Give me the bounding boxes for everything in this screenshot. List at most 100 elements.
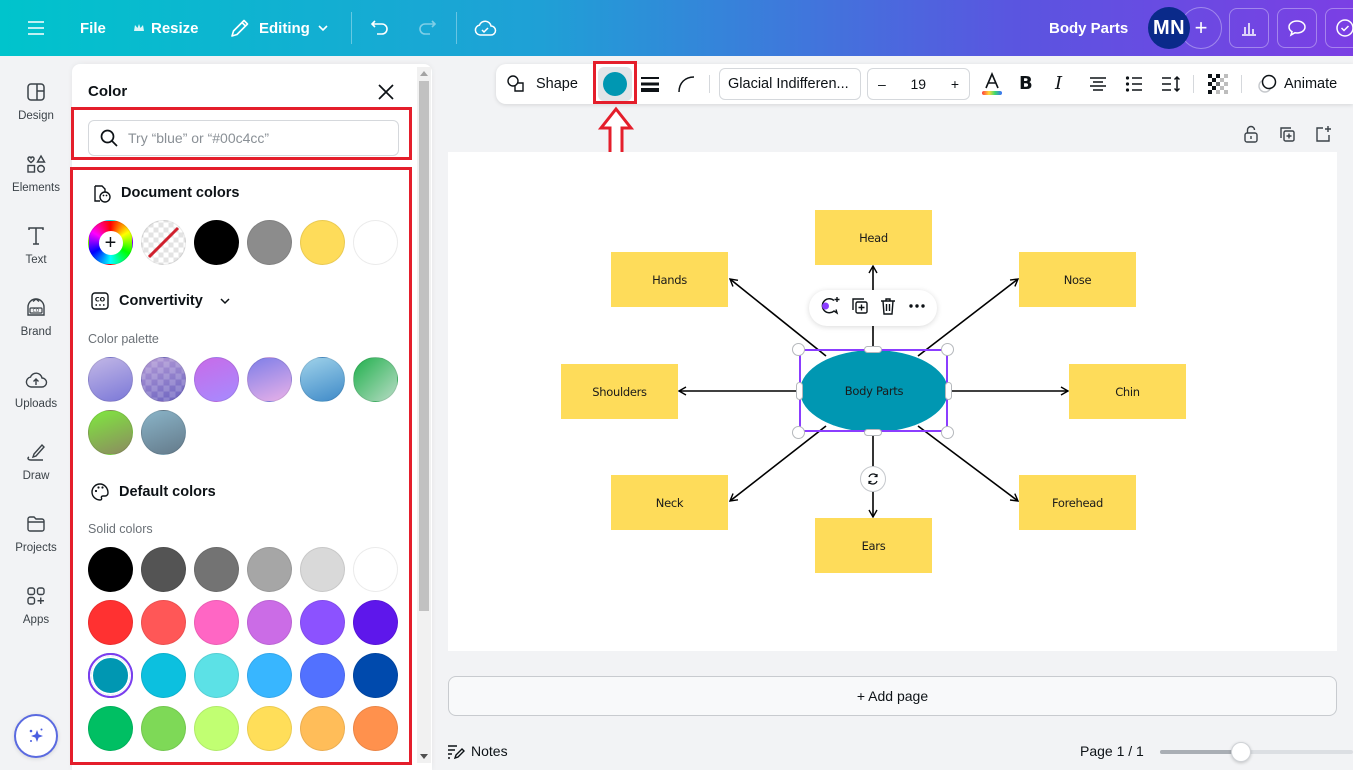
color-swatch-yellow[interactable]: [300, 220, 345, 265]
add-page-button[interactable]: + Add page: [448, 676, 1337, 716]
color-search[interactable]: [88, 120, 399, 156]
file-menu[interactable]: File: [80, 0, 106, 56]
solid-color-swatch[interactable]: [88, 600, 133, 645]
node-hands[interactable]: Hands: [611, 252, 728, 307]
comments-button[interactable]: [1277, 8, 1317, 48]
more-options-button[interactable]: [907, 296, 927, 321]
solid-color-swatch[interactable]: [88, 706, 133, 751]
solid-color-swatch[interactable]: [247, 600, 292, 645]
resize-handle-n[interactable]: [864, 346, 882, 353]
resize-handle-sw[interactable]: [792, 426, 805, 439]
rotate-handle[interactable]: [860, 466, 886, 492]
brand-color-swatch[interactable]: [353, 357, 398, 402]
color-swatch-gray[interactable]: [247, 220, 292, 265]
solid-color-swatch[interactable]: [141, 706, 186, 751]
brand-color-swatch[interactable]: [247, 357, 292, 402]
increase-size-button[interactable]: +: [951, 76, 959, 92]
redo-button[interactable]: [416, 0, 438, 56]
rail-item-text[interactable]: Text: [0, 224, 72, 266]
solid-color-swatch[interactable]: [194, 653, 239, 698]
brand-kit-heading[interactable]: CO Convertivity: [90, 291, 232, 311]
design-canvas[interactable]: Head Hands Nose Shoulders Chin Neck Fore…: [448, 152, 1337, 651]
bold-button[interactable]: B: [1019, 73, 1033, 94]
solid-color-swatch[interactable]: [353, 706, 398, 751]
solid-color-swatch[interactable]: [247, 547, 292, 592]
magic-assistant-button[interactable]: [14, 714, 58, 758]
resize-handle-w[interactable]: [796, 382, 803, 400]
solid-color-swatch[interactable]: [88, 653, 133, 698]
corner-rounding-button[interactable]: [676, 74, 696, 94]
font-family-select[interactable]: Glacial Indifferen...: [719, 68, 861, 100]
add-page-icon-button[interactable]: [1313, 124, 1333, 144]
solid-color-swatch[interactable]: [353, 600, 398, 645]
transparency-button[interactable]: [1208, 74, 1228, 94]
scroll-thumb[interactable]: [419, 81, 429, 611]
brand-color-swatch[interactable]: [141, 357, 186, 402]
insights-button[interactable]: [1229, 8, 1269, 48]
font-size-value[interactable]: 19: [911, 76, 927, 92]
solid-color-swatch[interactable]: [247, 653, 292, 698]
brand-color-swatch[interactable]: [300, 357, 345, 402]
add-comment-button[interactable]: [819, 295, 841, 322]
solid-color-swatch[interactable]: [300, 653, 345, 698]
resize-handle-se[interactable]: [941, 426, 954, 439]
rail-item-projects[interactable]: Projects: [0, 512, 72, 554]
brand-color-swatch[interactable]: [194, 357, 239, 402]
transparent-swatch[interactable]: [141, 220, 186, 265]
font-size-stepper[interactable]: – 19 +: [867, 68, 970, 100]
duplicate-page-button[interactable]: [1277, 124, 1297, 144]
text-color-button[interactable]: [980, 72, 1004, 96]
notes-button[interactable]: Notes: [447, 742, 508, 760]
align-button[interactable]: [1088, 74, 1108, 94]
decrease-size-button[interactable]: –: [878, 76, 886, 92]
spacing-button[interactable]: [1160, 74, 1182, 94]
lock-page-button[interactable]: [1241, 124, 1261, 144]
delete-button[interactable]: [878, 296, 898, 321]
resize-button[interactable]: Resize: [133, 0, 199, 56]
brand-color-swatch[interactable]: [141, 410, 186, 455]
solid-color-swatch[interactable]: [300, 706, 345, 751]
panel-scrollbar[interactable]: [417, 67, 431, 763]
document-title[interactable]: Body Parts: [1049, 0, 1128, 56]
add-color-button[interactable]: +: [88, 220, 133, 265]
node-shoulders[interactable]: Shoulders: [561, 364, 678, 419]
node-nose[interactable]: Nose: [1019, 252, 1136, 307]
italic-button[interactable]: I: [1055, 73, 1062, 94]
node-chin[interactable]: Chin: [1069, 364, 1186, 419]
rail-item-uploads[interactable]: Uploads: [0, 368, 72, 410]
solid-color-swatch[interactable]: [194, 547, 239, 592]
animate-button[interactable]: Animate: [1256, 73, 1337, 95]
page-indicator[interactable]: Page 1 / 1: [1080, 743, 1144, 759]
solid-color-swatch[interactable]: [141, 600, 186, 645]
node-ears[interactable]: Ears: [815, 518, 932, 573]
border-style-button[interactable]: [639, 74, 661, 94]
menu-button[interactable]: [26, 0, 46, 56]
solid-color-swatch[interactable]: [194, 600, 239, 645]
resize-handle-s[interactable]: [864, 429, 882, 436]
solid-color-swatch[interactable]: [194, 706, 239, 751]
solid-color-swatch[interactable]: [141, 653, 186, 698]
rail-item-design[interactable]: Design: [0, 80, 72, 122]
rail-item-draw[interactable]: Draw: [0, 440, 72, 482]
shape-button[interactable]: Shape: [506, 74, 578, 94]
brand-color-swatch[interactable]: [88, 357, 133, 402]
fill-color-button[interactable]: [598, 67, 632, 101]
resize-handle-e[interactable]: [945, 382, 952, 400]
resize-handle-nw[interactable]: [792, 343, 805, 356]
resize-handle-ne[interactable]: [941, 343, 954, 356]
zoom-slider[interactable]: [1160, 742, 1353, 762]
brand-color-swatch[interactable]: [88, 410, 133, 455]
share-check-button[interactable]: [1325, 8, 1353, 48]
color-swatch-white[interactable]: [353, 220, 398, 265]
solid-color-swatch[interactable]: [300, 600, 345, 645]
color-search-input[interactable]: [128, 130, 378, 146]
color-swatch-black[interactable]: [194, 220, 239, 265]
duplicate-button[interactable]: [850, 296, 870, 321]
solid-color-swatch[interactable]: [141, 547, 186, 592]
solid-color-swatch[interactable]: [300, 547, 345, 592]
undo-button[interactable]: [369, 0, 391, 56]
rail-item-elements[interactable]: Elements: [0, 152, 72, 194]
node-head[interactable]: Head: [815, 210, 932, 265]
scroll-up-arrow[interactable]: [420, 71, 428, 76]
node-neck[interactable]: Neck: [611, 475, 728, 530]
